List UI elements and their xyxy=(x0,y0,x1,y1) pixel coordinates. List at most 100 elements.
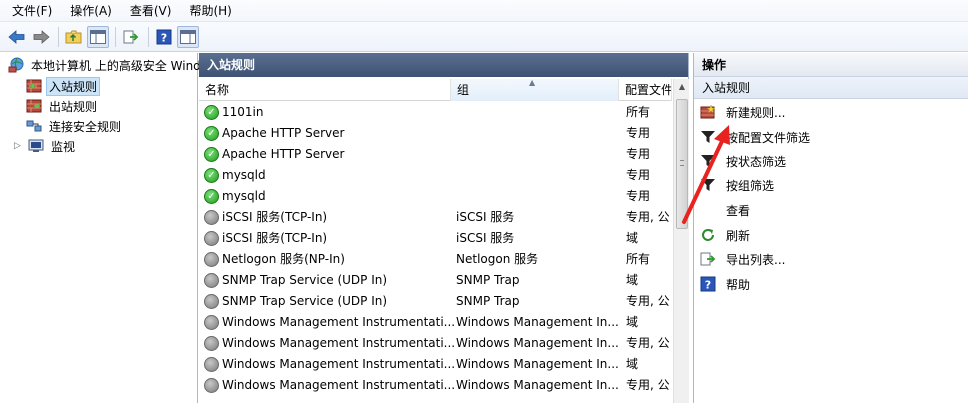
rule-name: mysqld xyxy=(222,168,266,182)
inbound-rules-icon xyxy=(26,78,42,94)
menu-action[interactable]: 操作(A) xyxy=(58,0,118,22)
export-list-icon xyxy=(700,251,716,267)
rule-name-cell: Windows Management Instrumentati... xyxy=(204,312,454,333)
connection-security-icon xyxy=(26,118,42,134)
rules-table-body: ✓ 1101in 所有 ✓ Apache HTTP Server 专用 ✓ Apache HT… xyxy=(199,102,672,403)
table-row[interactable]: ✓ Apache HTTP Server 专用 xyxy=(199,144,672,165)
forward-icon[interactable] xyxy=(30,26,52,48)
new-rule-icon xyxy=(700,104,716,120)
action-item[interactable]: 新建规则... xyxy=(694,101,785,123)
actions-section-header[interactable]: 入站规则 xyxy=(694,77,968,99)
menu-help[interactable]: 帮助(H) xyxy=(177,0,237,22)
table-row[interactable]: ✓ Apache HTTP Server 专用 xyxy=(199,123,672,144)
rule-profile: 专用, 公 xyxy=(626,210,670,224)
scroll-up-icon[interactable]: ▲ xyxy=(674,79,690,95)
outbound-rules-icon xyxy=(26,98,42,114)
up-folder-icon[interactable] xyxy=(63,26,85,48)
action-item[interactable]: 按状态筛选 xyxy=(694,150,786,172)
sort-ascending-icon: ▲ xyxy=(529,78,536,87)
tree-item-inbound-rules[interactable]: 入站规则 xyxy=(26,76,101,96)
tree-item-connection-security-rules[interactable]: 连接安全规则 xyxy=(26,116,124,136)
table-row[interactable]: SNMP Trap Service (UDP In) SNMP Trap 专用, 公 xyxy=(199,291,672,312)
table-row[interactable]: ✓ mysqld 专用 xyxy=(199,186,672,207)
tree-item-outbound-rules[interactable]: 出站规则 xyxy=(26,96,100,116)
table-row[interactable]: Windows Management Instrumentati... Windo… xyxy=(199,333,672,354)
action-label: 查看 xyxy=(726,203,751,218)
vertical-scrollbar[interactable]: ▲ xyxy=(673,79,689,403)
scroll-thumb[interactable] xyxy=(676,99,688,229)
rule-enabled-icon: ✓ xyxy=(204,126,219,141)
table-row[interactable]: ✓ 1101in 所有 xyxy=(199,102,672,123)
table-row[interactable]: SNMP Trap Service (UDP In) SNMP Trap 域 xyxy=(199,270,672,291)
table-row[interactable]: Windows Management Instrumentati... Windo… xyxy=(199,312,672,333)
rule-group: SNMP Trap xyxy=(456,294,520,308)
rule-profile: 专用, 公 xyxy=(626,336,670,350)
action-item[interactable]: ? 帮助 xyxy=(694,273,750,295)
rule-profile: 专用, 公 xyxy=(626,294,670,308)
toolbar-separator xyxy=(58,26,59,47)
rule-name: SNMP Trap Service (UDP In) xyxy=(222,294,388,308)
column-header-name[interactable]: 名称 xyxy=(199,79,451,101)
table-row[interactable]: iSCSI 服务(TCP-In) iSCSI 服务 域 xyxy=(199,228,672,249)
rule-group: iSCSI 服务 xyxy=(456,210,515,224)
export-list-icon[interactable] xyxy=(120,26,142,48)
show-hide-action-pane-icon[interactable] xyxy=(177,25,199,48)
rule-name-cell: ✓ Apache HTTP Server xyxy=(204,123,454,144)
rule-profile: 域 xyxy=(626,231,639,245)
table-row[interactable]: Windows Management Instrumentati... Windo… xyxy=(199,375,672,396)
rule-profile: 所有 xyxy=(626,252,651,266)
rule-name: Apache HTTP Server xyxy=(222,126,345,140)
rule-profile: 域 xyxy=(626,315,639,329)
rule-profile: 域 xyxy=(626,357,639,371)
rule-group: Windows Management In... xyxy=(456,357,618,371)
rule-name: Windows Management Instrumentati... xyxy=(222,357,454,371)
rule-disabled-icon xyxy=(204,378,219,393)
tree-root[interactable]: 本地计算机 上的高级安全 Wind xyxy=(8,55,204,75)
rule-name: SNMP Trap Service (UDP In) xyxy=(222,273,388,287)
toolbar-separator xyxy=(115,26,116,47)
table-row[interactable]: Netlogon 服务(NP-In) Netlogon 服务 所有 xyxy=(199,249,672,270)
pane-title: 入站规则 xyxy=(199,53,688,77)
rule-disabled-icon xyxy=(204,357,219,372)
rule-name-cell: ✓ mysqld xyxy=(204,165,454,186)
action-item[interactable]: 按配置文件筛选 xyxy=(694,126,810,148)
rule-name: mysqld xyxy=(222,189,266,203)
rule-name: iSCSI 服务(TCP-In) xyxy=(222,231,328,245)
action-item[interactable]: 刷新 xyxy=(694,224,750,246)
rule-profile: 专用 xyxy=(626,126,651,140)
show-hide-tree-icon[interactable] xyxy=(87,25,109,48)
table-row[interactable]: iSCSI 服务(TCP-In) iSCSI 服务 专用, 公 xyxy=(199,207,672,228)
filter-icon xyxy=(700,153,716,169)
rule-disabled-icon xyxy=(204,210,219,225)
expand-arrow-icon[interactable]: ▷ xyxy=(14,141,24,151)
help-icon[interactable]: ? xyxy=(153,26,175,48)
rule-group: Windows Management In... xyxy=(456,336,618,350)
action-label: 按组筛选 xyxy=(726,178,775,193)
table-row[interactable]: Windows Management Instrumentati... Windo… xyxy=(199,354,672,375)
actions-pane: 操作 入站规则 新建规则... 按配置文件筛选 按状态筛选 按组筛选 查看 刷新 导出列表.… xyxy=(693,53,968,403)
filter-icon xyxy=(700,177,716,193)
menu-view[interactable]: 查看(V) xyxy=(118,0,178,22)
rule-name-cell: Windows Management Instrumentati... xyxy=(204,333,454,354)
menu-bar: 文件(F) 操作(A) 查看(V) 帮助(H) xyxy=(0,0,968,22)
rule-disabled-icon xyxy=(204,252,219,267)
rule-profile: 专用, 公 xyxy=(626,378,670,392)
tree-item-monitoring[interactable]: ▷ 监视 xyxy=(14,136,78,156)
rule-disabled-icon xyxy=(204,315,219,330)
rule-profile: 域 xyxy=(626,273,639,287)
monitoring-icon xyxy=(28,138,44,154)
menu-file[interactable]: 文件(F) xyxy=(0,0,58,22)
rule-enabled-icon: ✓ xyxy=(204,147,219,162)
back-icon[interactable] xyxy=(6,26,28,48)
action-item[interactable]: 按组筛选 xyxy=(694,174,774,196)
rule-name-cell: Netlogon 服务(NP-In) xyxy=(204,249,454,270)
rule-group: iSCSI 服务 xyxy=(456,231,515,245)
rule-enabled-icon: ✓ xyxy=(204,189,219,204)
table-row[interactable]: ✓ mysqld 专用 xyxy=(199,165,672,186)
column-header-bar: 名称 组 配置文件 ▲ xyxy=(199,78,672,101)
action-item[interactable]: 导出列表... xyxy=(694,248,785,270)
column-header-profile[interactable]: 配置文件 xyxy=(619,79,672,101)
action-label: 按配置文件筛选 xyxy=(726,130,811,145)
rule-profile: 所有 xyxy=(626,105,651,119)
action-item[interactable]: 查看 xyxy=(694,199,750,221)
